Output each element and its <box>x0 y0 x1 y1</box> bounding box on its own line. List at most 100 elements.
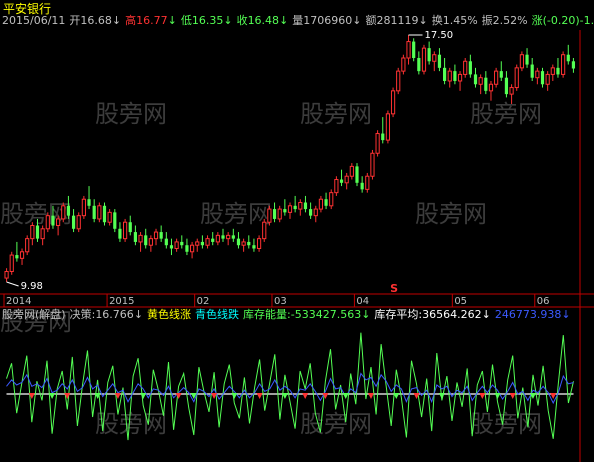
chart-canvas: 股旁网 股旁网 股旁网股旁网 股旁网 股旁网股旁网 股旁网 股旁网股旁网 17.509.98… <box>0 30 594 462</box>
fall-marker <box>140 393 147 399</box>
amount-arrow: ↓ <box>418 14 428 27</box>
change-label: 涨 <box>531 14 543 27</box>
candle-body <box>550 67 555 75</box>
candle-body <box>185 245 189 252</box>
candle-body <box>231 235 235 239</box>
candle-body <box>76 215 81 230</box>
candle-body <box>417 57 421 72</box>
candle-body <box>35 225 40 239</box>
candle-body <box>381 133 385 141</box>
candle-body <box>56 218 61 227</box>
candle-body <box>71 215 76 229</box>
watermark-text: 股旁网 <box>200 200 272 228</box>
indicator-name[interactable]: 股旁网(解盘) <box>2 308 66 321</box>
candle-body <box>390 90 396 115</box>
date-value: 2015/06/11 <box>2 14 66 27</box>
candle-body <box>525 54 529 65</box>
volume-value: 1706960 <box>303 14 353 27</box>
candle-body <box>437 54 442 68</box>
watermark-text: 股旁网 <box>95 100 167 128</box>
candle-body <box>447 70 452 82</box>
candle-body <box>318 198 324 210</box>
candle-body <box>133 232 138 242</box>
candle-body <box>169 245 174 249</box>
candle-body <box>25 238 30 253</box>
candle-body <box>360 182 364 190</box>
open-arrow: ↓ <box>111 14 122 27</box>
open-label: 开 <box>69 14 81 27</box>
candle-body <box>221 235 225 239</box>
close-value: 16.48 <box>247 14 280 27</box>
high-arrow: ↓ <box>167 14 177 27</box>
candle-body <box>174 241 179 249</box>
candle-body <box>293 205 297 210</box>
inventory-energy-arrow: ↓ <box>361 308 371 321</box>
decision-value: 16.766 <box>95 308 134 321</box>
time-axis-label: 05 <box>454 296 467 307</box>
candle-body <box>45 215 50 230</box>
candle-body <box>453 71 457 81</box>
fall-marker <box>438 393 445 399</box>
rise-marker <box>256 393 263 399</box>
change-value: (-0.20)-1.20% <box>542 14 594 27</box>
candle-body <box>226 234 231 240</box>
rise-marker <box>479 393 486 399</box>
candle-body <box>272 209 277 219</box>
inventory-avg-label: 库存平均: <box>374 308 423 321</box>
candle-body <box>4 270 9 279</box>
inventory-avg-arrow: ↓ <box>481 308 491 321</box>
candle-body <box>298 202 303 210</box>
high-label: 高 <box>125 14 137 27</box>
candle-body <box>107 211 112 223</box>
open-value: 16.68 <box>80 14 112 27</box>
close-label: 收 <box>236 14 248 27</box>
candle-body <box>247 241 251 246</box>
watermark-text: 股旁网 <box>470 100 542 128</box>
extra-arrow: ↓ <box>561 308 571 321</box>
candle-body <box>159 232 163 239</box>
low-value: 16.35 <box>191 14 224 27</box>
candle-body <box>473 74 478 85</box>
candle-body <box>334 179 339 194</box>
candle-body <box>412 41 416 58</box>
time-axis-label: 2015 <box>109 296 134 307</box>
candle-body <box>153 231 159 240</box>
amount-label: 额 <box>365 14 377 27</box>
time-axis-label: 03 <box>274 296 287 307</box>
cyan-fall-label: 青色线跌 <box>195 308 240 321</box>
candlestick-series <box>4 35 576 282</box>
candle-body <box>468 61 472 75</box>
candle-body <box>488 83 494 92</box>
volume-arrow: ↓ <box>352 14 362 27</box>
candle-body <box>267 208 272 223</box>
candle-body <box>329 192 334 207</box>
candle-body <box>40 228 45 240</box>
candle-body <box>535 70 540 79</box>
indicator-info-bar: 股旁网(解盘) 决策:16.766↓ 黄色线涨 青色线跌 库存能量:-533427.56… <box>2 308 571 322</box>
candle-body <box>349 165 354 177</box>
close-arrow: ↓ <box>279 14 289 27</box>
candle-body <box>457 73 463 82</box>
candle-body <box>494 70 499 85</box>
min-price-leader <box>6 281 19 287</box>
fall-marker <box>494 393 501 399</box>
candle-body <box>66 205 71 216</box>
candle-body <box>478 77 483 85</box>
candle-body <box>504 77 509 95</box>
candle-body <box>262 221 267 240</box>
rise-marker <box>509 393 516 399</box>
amplitude-value: 2.52% <box>492 14 528 27</box>
candle-body <box>113 212 117 229</box>
candle-body <box>138 234 143 243</box>
candle-body <box>9 254 14 272</box>
decision-arrow: ↓ <box>133 308 144 321</box>
low-label: 低 <box>180 14 192 27</box>
max-price-label: 17.50 <box>425 30 454 41</box>
high-value: 16.77 <box>136 14 168 27</box>
candle-body <box>339 179 344 183</box>
candle-body <box>61 205 66 220</box>
watermark-text: 股旁网 <box>415 200 487 228</box>
candle-body <box>303 202 308 210</box>
rise-marker <box>367 393 374 399</box>
candle-body <box>30 225 35 240</box>
